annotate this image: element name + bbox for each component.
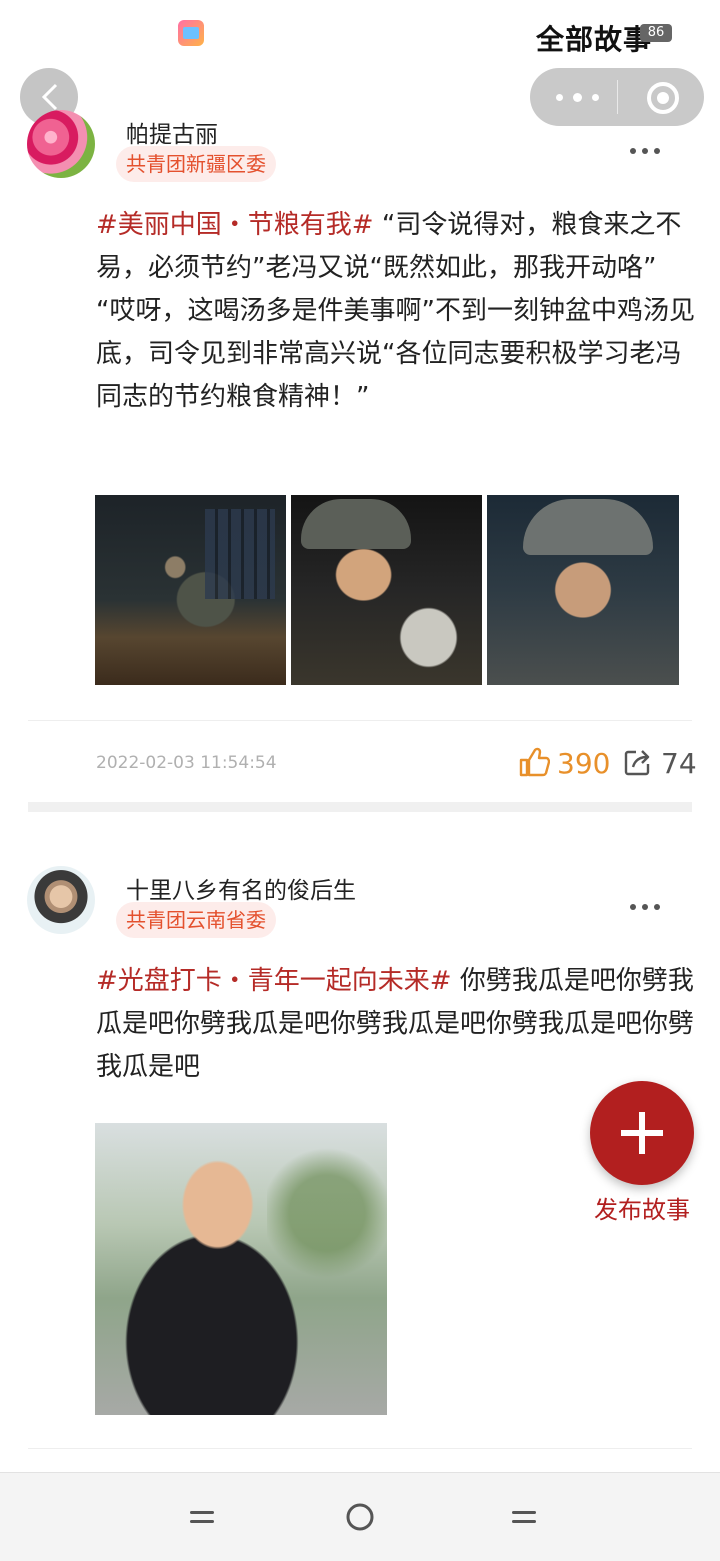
divider	[28, 1448, 692, 1449]
post-username[interactable]: 帕提古丽	[126, 115, 218, 149]
share-icon[interactable]	[623, 748, 653, 778]
post-hashtag[interactable]: #光盘打卡・青年一起向未来#	[96, 966, 452, 996]
post-content: “司令说得对，粮食来之不易，必须节约”老冯又说“既然如此，那我开动咯” “哎呀，…	[96, 210, 695, 412]
home-icon[interactable]	[344, 1501, 376, 1533]
status-bar: 全部故事 86	[0, 0, 720, 64]
back-nav-icon[interactable]	[508, 1501, 540, 1533]
post-more-icon[interactable]	[630, 146, 664, 156]
system-navigation-bar	[0, 1472, 720, 1561]
post-hashtag[interactable]: #美丽中国・节粮有我#	[96, 210, 374, 240]
org-badge: 共青团新疆区委	[116, 146, 276, 182]
plus-icon	[621, 1112, 663, 1154]
divider	[28, 720, 692, 721]
post-image[interactable]	[95, 495, 286, 685]
target-icon[interactable]	[647, 82, 679, 114]
post-timestamp: 2022-02-03 11:54:54	[96, 753, 277, 773]
post-image[interactable]	[487, 495, 679, 685]
app-icon	[178, 20, 204, 46]
like-count: 390	[557, 747, 611, 780]
mini-program-capsule	[530, 68, 704, 126]
menu-icon[interactable]	[186, 1501, 218, 1533]
post-image[interactable]	[95, 1123, 387, 1415]
post-image[interactable]	[291, 495, 482, 685]
status-title: 全部故事	[536, 23, 653, 56]
post-more-icon[interactable]	[630, 902, 664, 912]
org-badge: 共青团云南省委	[116, 902, 276, 938]
chevron-left-icon	[41, 83, 58, 111]
battery-indicator: 86	[640, 24, 672, 42]
avatar[interactable]	[27, 110, 95, 178]
post-body: #美丽中国・节粮有我# “司令说得对，粮食来之不易，必须节约”老冯又说“既然如此…	[96, 204, 696, 419]
more-dots-icon[interactable]	[552, 87, 602, 107]
share-count: 74	[661, 747, 697, 780]
section-separator	[28, 802, 692, 812]
post-username[interactable]: 十里八乡有名的俊后生	[126, 871, 356, 905]
post-body: #光盘打卡・青年一起向未来# 你劈我瓜是吧你劈我瓜是吧你劈我瓜是吧你劈我瓜是吧你…	[96, 960, 696, 1089]
thumbs-up-icon[interactable]	[518, 746, 550, 778]
avatar[interactable]	[27, 866, 95, 934]
publish-story-button[interactable]	[590, 1081, 694, 1185]
publish-story-label[interactable]: 发布故事	[594, 1190, 690, 1225]
